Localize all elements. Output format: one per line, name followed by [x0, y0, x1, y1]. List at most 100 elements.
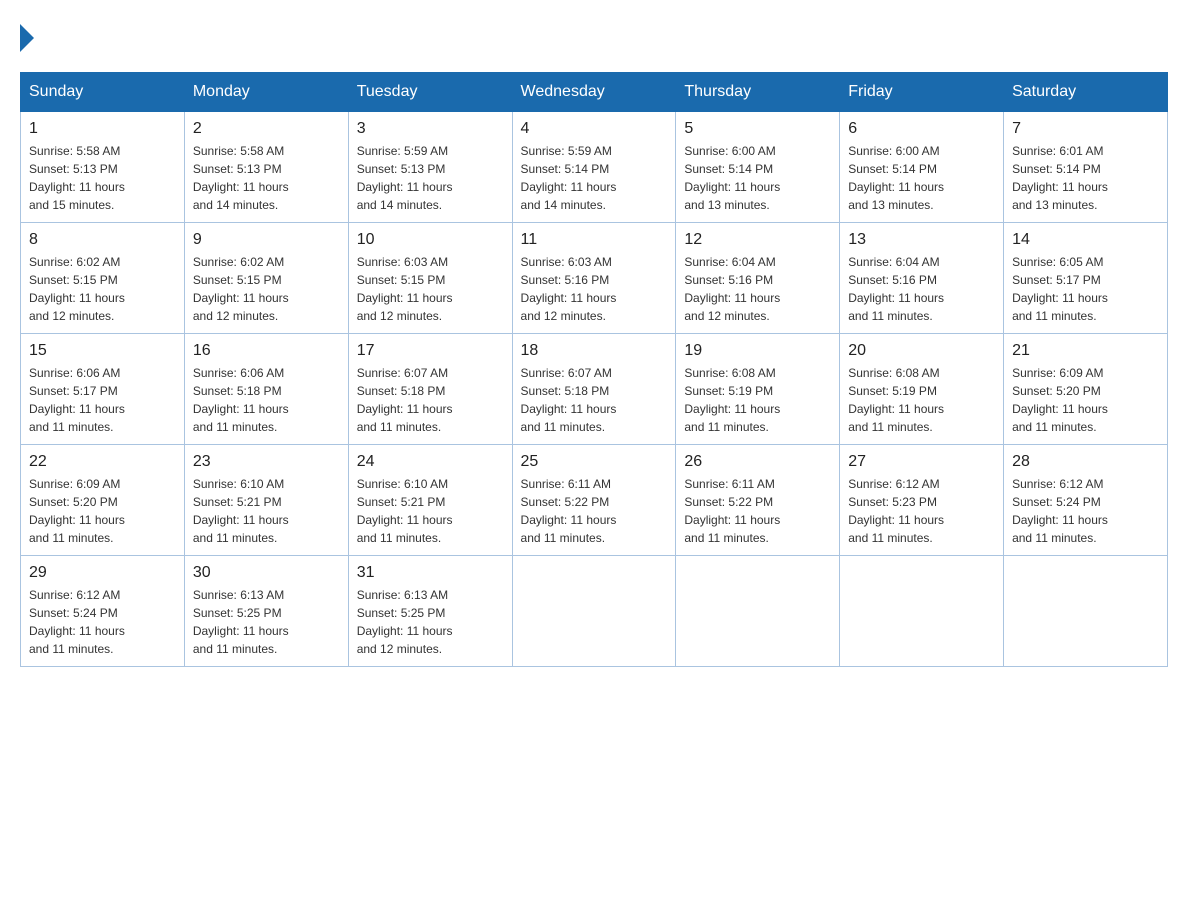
day-number: 12 [684, 231, 831, 249]
day-number: 18 [521, 342, 668, 360]
calendar-week-row: 29 Sunrise: 6:12 AMSunset: 5:24 PMDaylig… [21, 556, 1168, 667]
day-info: Sunrise: 6:01 AMSunset: 5:14 PMDaylight:… [1012, 142, 1159, 214]
calendar-cell: 3 Sunrise: 5:59 AMSunset: 5:13 PMDayligh… [348, 112, 512, 223]
calendar-cell: 2 Sunrise: 5:58 AMSunset: 5:13 PMDayligh… [184, 112, 348, 223]
calendar-cell: 25 Sunrise: 6:11 AMSunset: 5:22 PMDaylig… [512, 445, 676, 556]
day-info: Sunrise: 6:08 AMSunset: 5:19 PMDaylight:… [684, 364, 831, 436]
calendar-week-row: 8 Sunrise: 6:02 AMSunset: 5:15 PMDayligh… [21, 223, 1168, 334]
calendar-cell: 27 Sunrise: 6:12 AMSunset: 5:23 PMDaylig… [840, 445, 1004, 556]
calendar-header-tuesday: Tuesday [348, 73, 512, 112]
day-info: Sunrise: 6:12 AMSunset: 5:23 PMDaylight:… [848, 475, 995, 547]
day-number: 24 [357, 453, 504, 471]
day-info: Sunrise: 6:05 AMSunset: 5:17 PMDaylight:… [1012, 253, 1159, 325]
day-info: Sunrise: 6:08 AMSunset: 5:19 PMDaylight:… [848, 364, 995, 436]
day-info: Sunrise: 5:59 AMSunset: 5:13 PMDaylight:… [357, 142, 504, 214]
day-info: Sunrise: 5:58 AMSunset: 5:13 PMDaylight:… [193, 142, 340, 214]
day-info: Sunrise: 6:10 AMSunset: 5:21 PMDaylight:… [357, 475, 504, 547]
calendar-cell: 8 Sunrise: 6:02 AMSunset: 5:15 PMDayligh… [21, 223, 185, 334]
day-number: 19 [684, 342, 831, 360]
calendar-cell: 29 Sunrise: 6:12 AMSunset: 5:24 PMDaylig… [21, 556, 185, 667]
calendar-header-row: SundayMondayTuesdayWednesdayThursdayFrid… [21, 73, 1168, 112]
day-info: Sunrise: 6:12 AMSunset: 5:24 PMDaylight:… [29, 586, 176, 658]
calendar-header-friday: Friday [840, 73, 1004, 112]
calendar-cell [512, 556, 676, 667]
day-info: Sunrise: 5:58 AMSunset: 5:13 PMDaylight:… [29, 142, 176, 214]
day-info: Sunrise: 6:03 AMSunset: 5:15 PMDaylight:… [357, 253, 504, 325]
calendar-cell: 21 Sunrise: 6:09 AMSunset: 5:20 PMDaylig… [1004, 334, 1168, 445]
day-number: 10 [357, 231, 504, 249]
day-number: 30 [193, 564, 340, 582]
logo [20, 20, 34, 52]
calendar-cell: 10 Sunrise: 6:03 AMSunset: 5:15 PMDaylig… [348, 223, 512, 334]
day-info: Sunrise: 6:04 AMSunset: 5:16 PMDaylight:… [848, 253, 995, 325]
calendar-cell: 4 Sunrise: 5:59 AMSunset: 5:14 PMDayligh… [512, 112, 676, 223]
day-number: 6 [848, 120, 995, 138]
calendar-week-row: 1 Sunrise: 5:58 AMSunset: 5:13 PMDayligh… [21, 112, 1168, 223]
day-info: Sunrise: 6:13 AMSunset: 5:25 PMDaylight:… [357, 586, 504, 658]
calendar-header-wednesday: Wednesday [512, 73, 676, 112]
calendar-cell [840, 556, 1004, 667]
calendar-cell: 18 Sunrise: 6:07 AMSunset: 5:18 PMDaylig… [512, 334, 676, 445]
calendar-cell: 14 Sunrise: 6:05 AMSunset: 5:17 PMDaylig… [1004, 223, 1168, 334]
day-number: 9 [193, 231, 340, 249]
day-info: Sunrise: 6:13 AMSunset: 5:25 PMDaylight:… [193, 586, 340, 658]
day-info: Sunrise: 6:09 AMSunset: 5:20 PMDaylight:… [1012, 364, 1159, 436]
calendar-cell: 24 Sunrise: 6:10 AMSunset: 5:21 PMDaylig… [348, 445, 512, 556]
day-number: 20 [848, 342, 995, 360]
day-info: Sunrise: 6:04 AMSunset: 5:16 PMDaylight:… [684, 253, 831, 325]
page-header [20, 20, 1168, 52]
day-info: Sunrise: 6:07 AMSunset: 5:18 PMDaylight:… [357, 364, 504, 436]
day-info: Sunrise: 6:03 AMSunset: 5:16 PMDaylight:… [521, 253, 668, 325]
day-number: 13 [848, 231, 995, 249]
calendar-cell: 12 Sunrise: 6:04 AMSunset: 5:16 PMDaylig… [676, 223, 840, 334]
logo-arrow-icon [20, 24, 34, 52]
calendar-cell: 13 Sunrise: 6:04 AMSunset: 5:16 PMDaylig… [840, 223, 1004, 334]
day-number: 26 [684, 453, 831, 471]
day-number: 29 [29, 564, 176, 582]
calendar-cell: 17 Sunrise: 6:07 AMSunset: 5:18 PMDaylig… [348, 334, 512, 445]
calendar-cell: 30 Sunrise: 6:13 AMSunset: 5:25 PMDaylig… [184, 556, 348, 667]
calendar-table: SundayMondayTuesdayWednesdayThursdayFrid… [20, 72, 1168, 667]
day-info: Sunrise: 6:02 AMSunset: 5:15 PMDaylight:… [193, 253, 340, 325]
day-info: Sunrise: 6:02 AMSunset: 5:15 PMDaylight:… [29, 253, 176, 325]
day-info: Sunrise: 6:10 AMSunset: 5:21 PMDaylight:… [193, 475, 340, 547]
day-info: Sunrise: 6:00 AMSunset: 5:14 PMDaylight:… [684, 142, 831, 214]
calendar-cell [1004, 556, 1168, 667]
calendar-cell: 9 Sunrise: 6:02 AMSunset: 5:15 PMDayligh… [184, 223, 348, 334]
day-number: 21 [1012, 342, 1159, 360]
day-number: 3 [357, 120, 504, 138]
calendar-cell: 23 Sunrise: 6:10 AMSunset: 5:21 PMDaylig… [184, 445, 348, 556]
day-number: 8 [29, 231, 176, 249]
calendar-cell: 22 Sunrise: 6:09 AMSunset: 5:20 PMDaylig… [21, 445, 185, 556]
day-number: 5 [684, 120, 831, 138]
day-info: Sunrise: 6:06 AMSunset: 5:18 PMDaylight:… [193, 364, 340, 436]
day-number: 15 [29, 342, 176, 360]
calendar-cell: 5 Sunrise: 6:00 AMSunset: 5:14 PMDayligh… [676, 112, 840, 223]
day-number: 4 [521, 120, 668, 138]
calendar-cell: 11 Sunrise: 6:03 AMSunset: 5:16 PMDaylig… [512, 223, 676, 334]
calendar-cell: 16 Sunrise: 6:06 AMSunset: 5:18 PMDaylig… [184, 334, 348, 445]
day-number: 28 [1012, 453, 1159, 471]
day-info: Sunrise: 6:06 AMSunset: 5:17 PMDaylight:… [29, 364, 176, 436]
calendar-header-thursday: Thursday [676, 73, 840, 112]
calendar-cell: 19 Sunrise: 6:08 AMSunset: 5:19 PMDaylig… [676, 334, 840, 445]
calendar-cell: 6 Sunrise: 6:00 AMSunset: 5:14 PMDayligh… [840, 112, 1004, 223]
day-number: 14 [1012, 231, 1159, 249]
day-number: 23 [193, 453, 340, 471]
day-info: Sunrise: 5:59 AMSunset: 5:14 PMDaylight:… [521, 142, 668, 214]
day-info: Sunrise: 6:12 AMSunset: 5:24 PMDaylight:… [1012, 475, 1159, 547]
day-info: Sunrise: 6:09 AMSunset: 5:20 PMDaylight:… [29, 475, 176, 547]
calendar-cell: 31 Sunrise: 6:13 AMSunset: 5:25 PMDaylig… [348, 556, 512, 667]
day-number: 7 [1012, 120, 1159, 138]
day-info: Sunrise: 6:11 AMSunset: 5:22 PMDaylight:… [521, 475, 668, 547]
day-number: 1 [29, 120, 176, 138]
calendar-cell: 28 Sunrise: 6:12 AMSunset: 5:24 PMDaylig… [1004, 445, 1168, 556]
day-number: 11 [521, 231, 668, 249]
day-number: 16 [193, 342, 340, 360]
day-number: 27 [848, 453, 995, 471]
calendar-cell: 26 Sunrise: 6:11 AMSunset: 5:22 PMDaylig… [676, 445, 840, 556]
day-number: 31 [357, 564, 504, 582]
calendar-cell: 7 Sunrise: 6:01 AMSunset: 5:14 PMDayligh… [1004, 112, 1168, 223]
calendar-header-saturday: Saturday [1004, 73, 1168, 112]
calendar-header-sunday: Sunday [21, 73, 185, 112]
